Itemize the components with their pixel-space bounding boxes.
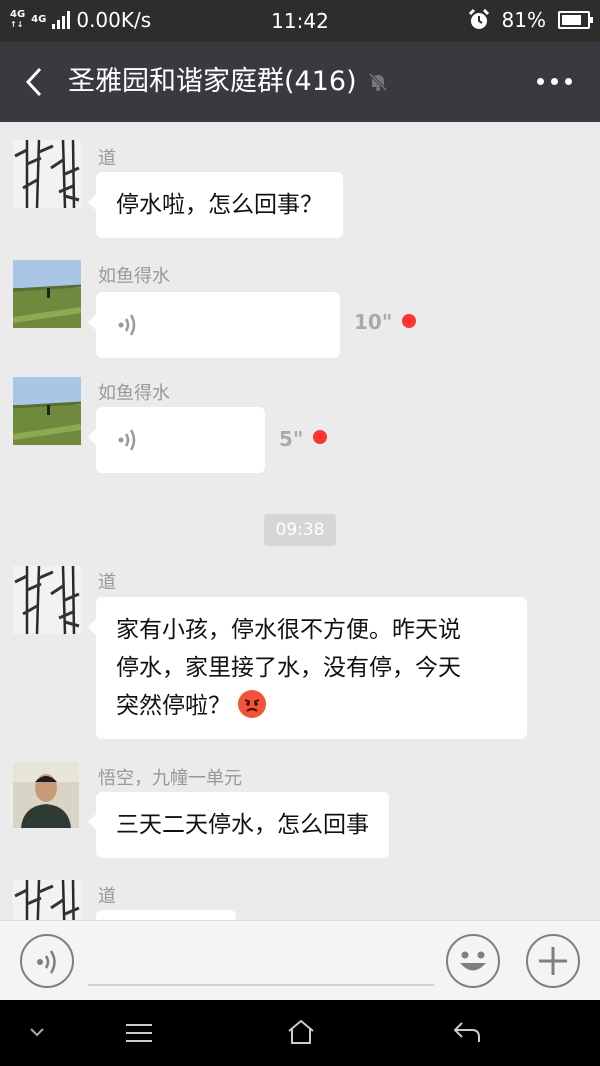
message-bubble[interactable]: 三天二天停水，怎么回事 (88, 792, 389, 858)
add-attachment-button[interactable] (526, 934, 580, 988)
emoji-button[interactable] (446, 934, 500, 988)
chat-header: 圣雅园和谐家庭群(416) (0, 42, 600, 122)
avatar-bamboo[interactable] (13, 880, 81, 920)
message-text-input[interactable] (88, 984, 434, 986)
avatar-bamboo[interactable] (13, 140, 81, 208)
status-bar: 4G ↑↓ 4G 0.00K/s 11:42 81% (0, 0, 600, 42)
unread-dot (313, 430, 327, 444)
avatar-field[interactable] (13, 377, 81, 445)
battery-percent: 81% (501, 8, 546, 32)
sender-name: 如鱼得水 (98, 266, 170, 287)
mute-bell-icon (368, 72, 387, 92)
alarm-icon (468, 9, 489, 29)
voice-input-button[interactable] (20, 934, 74, 988)
plus-icon (539, 947, 567, 975)
message-bubble[interactable]: 家有小孩，停水很不方便。昨天说 停水，家里接了水，没有停，今天 突然停啦？ (88, 597, 527, 739)
message-line: 停水，家里接了水，没有停，今天 (116, 655, 461, 681)
input-bar (0, 920, 600, 1000)
battery-fill (562, 15, 581, 25)
system-navigation-bar (0, 1000, 600, 1066)
voice-message-bubble[interactable] (88, 292, 340, 358)
battery-icon (558, 11, 593, 29)
voice-wave-icon (37, 950, 56, 974)
home-icon[interactable] (286, 1018, 316, 1046)
sender-name: 道 (98, 148, 116, 169)
more-menu-icon[interactable] (537, 78, 572, 85)
voice-duration: 5" (279, 427, 304, 451)
message-bubble[interactable]: 停水啦，怎么回事？ (88, 172, 343, 238)
sender-name: 如鱼得水 (98, 383, 170, 404)
message-bubble[interactable] (96, 910, 236, 920)
chat-title: 圣雅园和谐家庭群(416) (68, 66, 357, 97)
sender-name: 悟空，九幢一单元 (98, 768, 242, 789)
voice-wave-icon (118, 314, 136, 336)
sender-name: 道 (98, 886, 116, 907)
message-line: 家有小孩，停水很不方便。昨天说 (116, 617, 461, 643)
message-line: 突然停啦？ (116, 693, 231, 719)
chat-message-list[interactable]: 道 停水啦，怎么回事？ 如鱼得水 10" 如鱼得水 5" 09:38 道 家有小… (0, 122, 600, 920)
voice-duration: 10" (354, 310, 393, 334)
time-separator: 09:38 (264, 514, 336, 546)
menu-icon[interactable] (124, 1022, 154, 1044)
sender-name: 道 (98, 572, 116, 593)
back-arrow-icon[interactable] (18, 64, 54, 100)
voice-wave-icon (118, 429, 136, 451)
avatar-bamboo[interactable] (13, 566, 81, 634)
unread-dot (402, 314, 416, 328)
back-icon[interactable] (452, 1020, 482, 1044)
avatar-man-photo[interactable] (13, 762, 79, 828)
smiley-icon (460, 951, 486, 971)
angry-face-emoji-icon (238, 690, 267, 718)
voice-message-bubble[interactable] (88, 407, 265, 473)
chevron-down-icon[interactable] (28, 1026, 46, 1038)
avatar-field[interactable] (13, 260, 81, 328)
